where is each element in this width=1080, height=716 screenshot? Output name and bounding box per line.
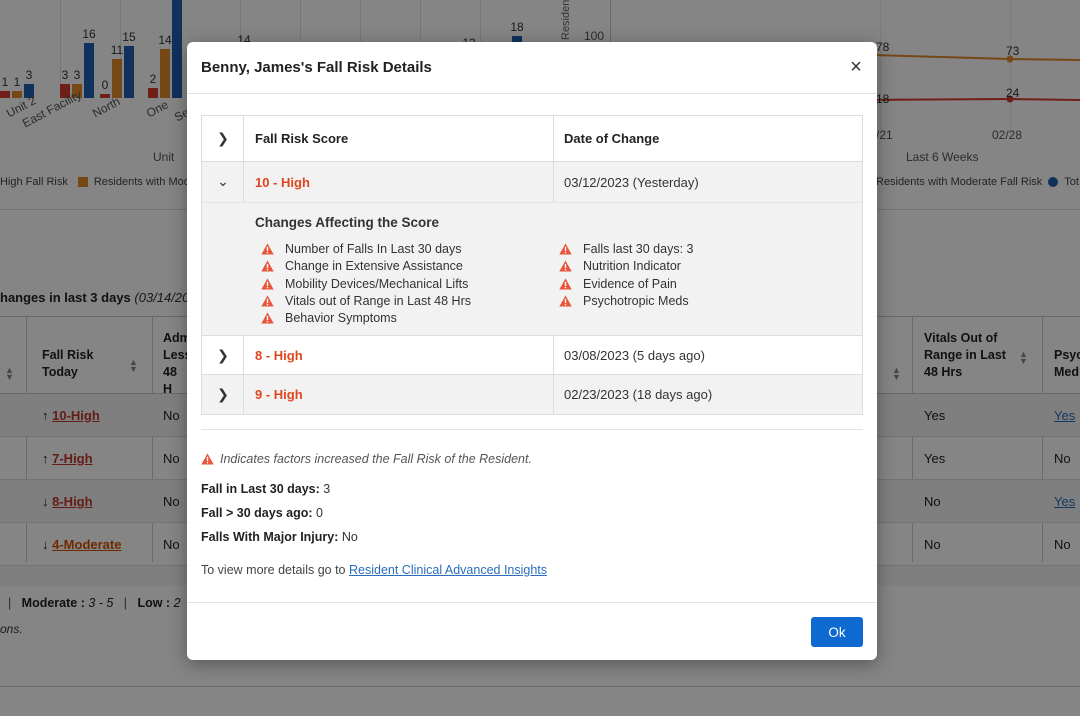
score-history-table: ❯ Fall Risk Score Date of Change ⌄ 10 - …	[201, 115, 863, 415]
warning-icon	[559, 243, 572, 255]
fall-over-30-line: Fall > 30 days ago: 0	[201, 506, 323, 520]
close-button[interactable]: ×	[847, 57, 865, 77]
table-row[interactable]: ❯ 9 - High 02/23/2023 (18 days ago)	[202, 375, 862, 414]
fall-last-30-line: Fall in Last 30 days: 3	[201, 482, 330, 496]
changes-title: Changes Affecting the Score	[255, 215, 440, 230]
warning-legend-note: Indicates factors increased the Fall Ris…	[201, 452, 532, 466]
row-toggle[interactable]: ❯	[202, 336, 244, 374]
change-factor-item: Behavior Symptoms	[261, 311, 397, 325]
chevron-down-icon: ⌄	[217, 173, 229, 189]
change-date: 03/12/2023 (Yesterday)	[564, 175, 699, 190]
change-factor-label: Behavior Symptoms	[285, 311, 397, 326]
row-toggle[interactable]: ⌄	[202, 162, 244, 202]
fall-last-30-value: 3	[323, 482, 331, 496]
change-factor-item: Falls last 30 days: 3	[559, 242, 693, 256]
change-factor-label: Number of Falls In Last 30 days	[285, 242, 462, 256]
fall-over-30-value: 0	[316, 506, 323, 520]
warning-icon	[261, 278, 274, 290]
change-factor-label: Falls last 30 days: 3	[583, 242, 694, 256]
advanced-insights-link[interactable]: Resident Clinical Advanced Insights	[349, 563, 547, 577]
warning-icon	[559, 295, 572, 307]
details-prefix: To view more details go to	[201, 563, 346, 577]
change-factor-label: Evidence of Pain	[583, 276, 677, 291]
change-factor-item: Number of Falls In Last 30 days	[261, 242, 461, 256]
header-fall-risk-score: Fall Risk Score	[255, 131, 349, 146]
modal-footer: Ok	[187, 602, 877, 660]
header-date-of-change: Date of Change	[564, 131, 660, 146]
warning-icon	[261, 312, 274, 324]
modal-title: Benny, James's Fall Risk Details	[201, 59, 432, 76]
change-factor-item: Nutrition Indicator	[559, 259, 681, 273]
change-factor-item: Change in Extensive Assistance	[261, 259, 463, 273]
warning-icon	[201, 453, 214, 465]
ok-button[interactable]: Ok	[811, 617, 863, 647]
changes-panel: Changes Affecting the Score Number of Fa…	[202, 202, 862, 336]
change-date: 03/08/2023 (5 days ago)	[564, 348, 705, 363]
change-factor-item: Mobility Devices/Mechanical Lifts	[261, 277, 468, 291]
change-factor-label: Change in Extensive Assistance	[285, 259, 463, 274]
warning-icon	[559, 260, 572, 272]
change-factor-label: Vitals out of Range in Last 48 Hrs	[285, 293, 471, 308]
score-value: 10 - High	[255, 175, 310, 190]
change-factor-label: Mobility Devices/Mechanical Lifts	[285, 276, 469, 291]
fall-last-30-label: Fall in Last 30 days:	[201, 482, 320, 496]
change-factor-label: Psychotropic Meds	[583, 293, 689, 308]
warning-icon	[261, 243, 274, 255]
table-header-row: ❯ Fall Risk Score Date of Change	[202, 116, 862, 162]
warning-icon	[559, 278, 572, 290]
table-row[interactable]: ❯ 8 - High 03/08/2023 (5 days ago)	[202, 336, 862, 375]
table-row[interactable]: ⌄ 10 - High 03/12/2023 (Yesterday)	[202, 162, 862, 202]
change-factor-item: Evidence of Pain	[559, 277, 677, 291]
falls-major-injury-line: Falls With Major Injury: No	[201, 530, 358, 544]
change-factor-item: Vitals out of Range in Last 48 Hrs	[261, 294, 471, 308]
expand-all-toggle[interactable]: ❯	[202, 116, 244, 161]
falls-major-injury-value: No	[341, 530, 358, 544]
more-details-line: To view more details go to Resident Clin…	[201, 563, 547, 577]
warning-icon	[261, 295, 274, 307]
note-text: Indicates factors increased the Fall Ris…	[220, 452, 532, 466]
warning-icon	[261, 260, 274, 272]
chevron-right-icon: ❯	[217, 386, 229, 402]
fall-risk-details-dialog: Benny, James's Fall Risk Details × ❯ Fal…	[187, 42, 877, 660]
fall-over-30-label: Fall > 30 days ago:	[201, 506, 313, 520]
modal-header: Benny, James's Fall Risk Details ×	[187, 42, 877, 94]
chevron-right-icon: ❯	[217, 347, 229, 363]
row-toggle[interactable]: ❯	[202, 375, 244, 414]
score-value: 9 - High	[255, 387, 303, 402]
chevron-right-icon: ❯	[217, 130, 229, 146]
score-value: 8 - High	[255, 348, 303, 363]
falls-major-injury-label: Falls With Major Injury:	[201, 530, 339, 544]
change-date: 02/23/2023 (18 days ago)	[564, 387, 713, 402]
change-factor-item: Psychotropic Meds	[559, 294, 689, 308]
change-factor-label: Nutrition Indicator	[583, 259, 681, 274]
